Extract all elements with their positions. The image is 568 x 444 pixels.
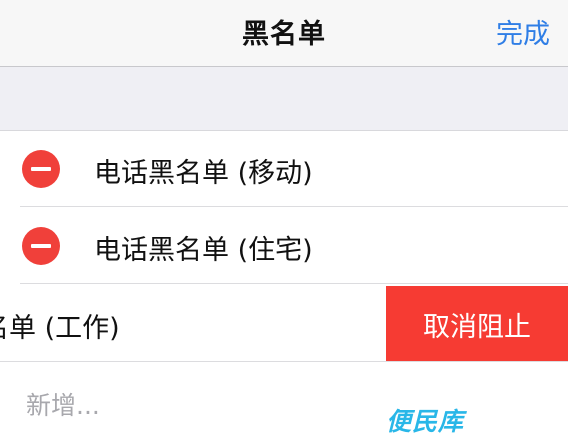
row-divider — [0, 361, 568, 362]
list-item-label: 名单 (工作) — [0, 313, 120, 344]
delete-minus-icon[interactable] — [22, 150, 60, 188]
done-button[interactable]: 完成 — [496, 12, 550, 51]
list-item-label: 电话黑名单 (住宅) — [94, 235, 313, 266]
list-item-work-swiped[interactable]: 名单 (工作) 取消阻止 — [0, 286, 568, 362]
unblock-button[interactable]: 取消阻止 — [386, 286, 568, 362]
page-title: 黑名单 — [242, 19, 326, 50]
list-item-mobile[interactable]: 电话黑名单 (移动) — [0, 131, 568, 207]
list-item-home[interactable]: 电话黑名单 (住宅) — [0, 208, 568, 284]
list-item-label: 电话黑名单 (移动) — [94, 158, 313, 189]
delete-minus-icon[interactable] — [22, 227, 60, 265]
section-spacer — [0, 67, 568, 131]
watermark-logo: 便民库 — [386, 407, 465, 436]
row-divider — [20, 206, 568, 207]
navigation-bar: 黑名单 完成 — [0, 0, 568, 67]
add-new-row[interactable]: 新增... — [0, 364, 568, 440]
row-divider — [20, 283, 568, 284]
add-new-label: 新增... — [26, 391, 100, 420]
